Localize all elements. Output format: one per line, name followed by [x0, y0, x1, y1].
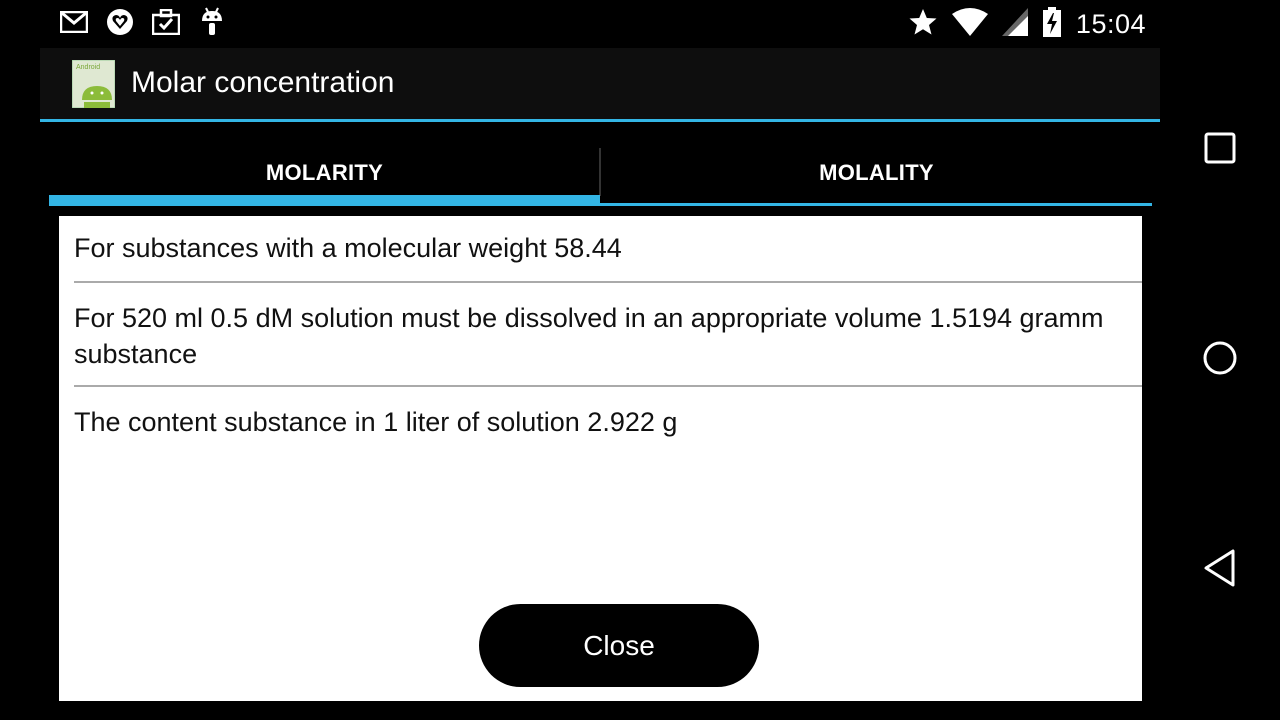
back-button[interactable] [1180, 530, 1260, 610]
app-title: Molar concentration [131, 66, 395, 99]
recent-apps-icon [1203, 131, 1237, 170]
gift-heart-icon [106, 8, 134, 36]
android-app-icon[interactable]: Android [71, 59, 116, 109]
result-line-mass-to-dissolve: For 520 ml 0.5 dM solution must be disso… [74, 303, 1104, 369]
result-line-molecular-weight: For substances with a molecular weight 5… [74, 233, 622, 263]
signal-icon [1001, 7, 1028, 41]
tab-molality[interactable]: MOLALITY [601, 140, 1152, 206]
tab-label: MOLALITY [819, 160, 934, 185]
action-bar-divider [40, 119, 1160, 122]
navigation-bar [1160, 0, 1280, 720]
system-status-icons: 15:04 [908, 6, 1146, 42]
close-button[interactable]: Close [479, 604, 759, 687]
recent-apps-button[interactable] [1180, 110, 1260, 190]
battery-charging-icon [1042, 6, 1062, 42]
close-button-label: Close [583, 629, 655, 661]
android-debug-icon [198, 7, 226, 36]
result-line-content-per-liter: The content substance in 1 liter of solu… [74, 407, 678, 437]
star-icon [908, 7, 938, 42]
selected-tab-indicator [49, 195, 600, 206]
android-screen: 15:04 Android Molar concentration MOLARI… [0, 0, 1280, 720]
wifi-icon [951, 7, 988, 41]
notification-icons [60, 7, 226, 36]
tab-label: MOLARITY [265, 160, 384, 185]
back-icon [1202, 548, 1238, 593]
tab-bar: MOLARITY MOLALITY [49, 140, 1152, 206]
gmail-icon [60, 8, 88, 36]
svg-text:Android: Android [76, 64, 100, 71]
home-button[interactable] [1180, 320, 1260, 400]
result-dialog: For substances with a molecular weight 5… [59, 216, 1142, 701]
action-bar: Android Molar concentration [40, 48, 1160, 122]
home-icon [1201, 339, 1239, 382]
divider [74, 281, 1142, 283]
tab-underline [600, 203, 1152, 206]
divider [74, 385, 1142, 387]
status-bar: 15:04 [40, 0, 1160, 48]
clock: 15:04 [1075, 8, 1146, 39]
briefcase-check-icon [152, 8, 180, 36]
